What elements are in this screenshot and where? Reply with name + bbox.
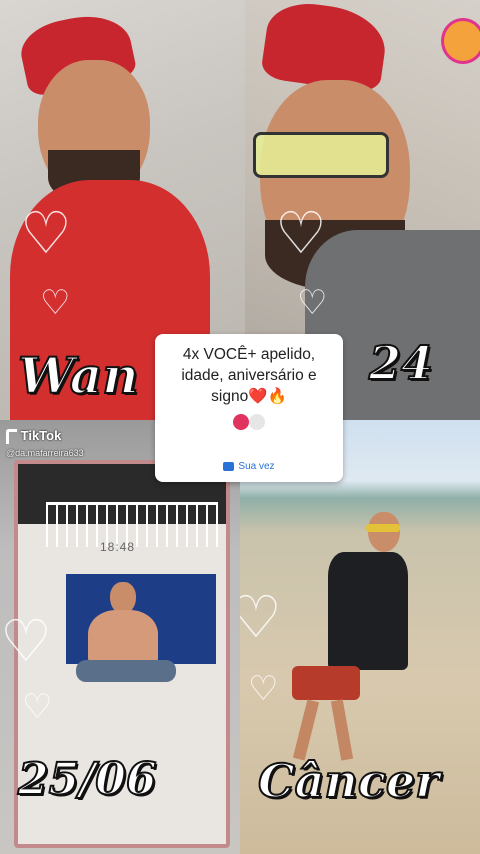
photo-bottom-right: ♡ ♡ Câncer [240,420,480,854]
sunglasses [366,524,400,532]
prompt-text: 4x VOCÊ+ apelido, idade, aniversário e s… [181,346,317,405]
face [368,512,400,552]
caption-birthday: 25/06 [17,753,158,806]
camera-icon [223,461,235,471]
your-turn-button[interactable]: Sua vez [155,461,343,472]
avatar [248,413,265,430]
heart-outline-icon: ♡ [22,687,53,727]
shorts [76,660,176,682]
leg [292,699,320,761]
photo-time-overlay: 18:48 [100,540,136,554]
heart-outline-icon: ♡ [40,283,71,323]
tiktok-handle: @da.mafarreira633 [6,448,84,458]
heart-outline-icon: ♡ [0,607,52,675]
heart-outline-icon: ♡ [275,199,327,267]
your-turn-label: Sua vez [238,461,275,472]
heart-outline-icon: ♡ [248,669,279,709]
black-longsleeve [328,552,408,670]
patterned-shorts [292,666,360,700]
prompt-card[interactable]: 4x VOCÊ+ apelido, idade, aniversário e s… [155,334,343,482]
sunglasses [253,132,389,178]
leg [330,699,354,761]
heart-outline-icon: ♡ [240,583,282,651]
tiktok-watermark: TikTok [6,428,62,445]
caption-age: 24 [368,335,434,391]
participant-avatars [155,411,343,430]
caption-sign: Câncer [257,753,440,809]
heart-outline-icon: ♡ [297,283,328,323]
heart-outline-icon: ♡ [20,199,72,267]
sticker-icon [441,18,480,64]
photo-bottom-left: ♡ ♡ 25/06 [0,420,240,854]
tiktok-logo-icon [6,429,17,445]
reply-icon [233,413,250,430]
tiktok-wordmark: TikTok [20,428,62,443]
caption-name: Wan [17,345,140,406]
